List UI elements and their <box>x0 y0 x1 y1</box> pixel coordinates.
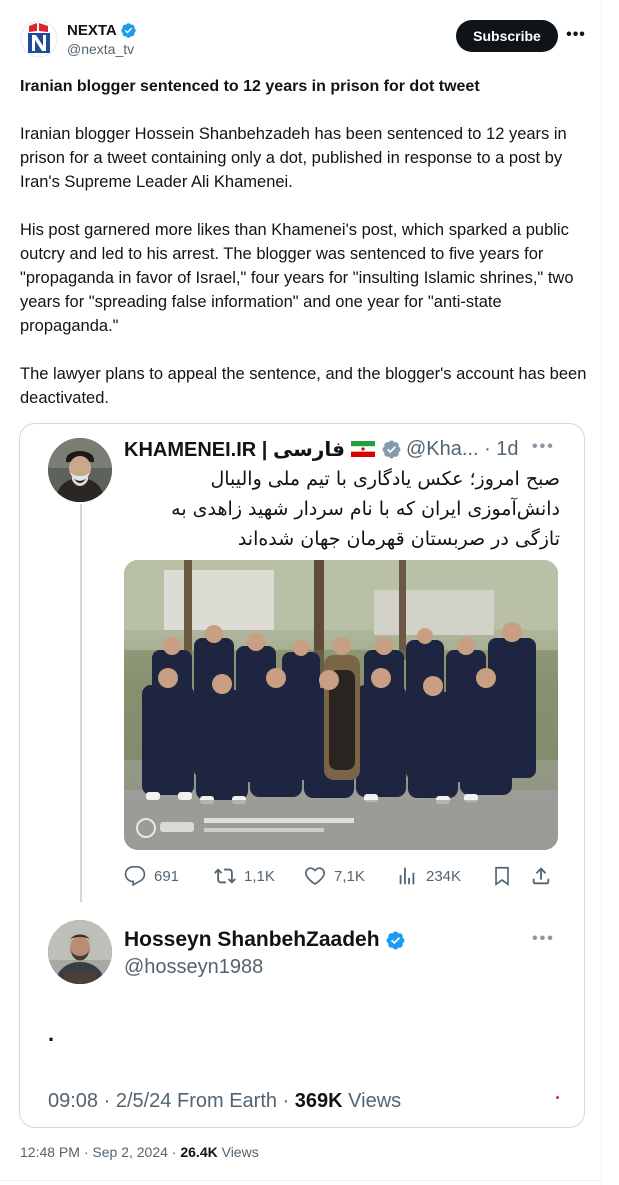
bookmark-action[interactable] <box>491 862 513 890</box>
hosseyn-avatar <box>48 920 112 984</box>
post-date[interactable]: Sep 2, 2024 <box>92 1144 168 1160</box>
post-header: NEXTA @nexta_tv Subscribe ••• <box>20 16 592 64</box>
author-name[interactable]: NEXTA <box>67 22 117 39</box>
author-handle[interactable]: @nexta_tv <box>67 41 134 57</box>
post-meta: 12:48 PM · Sep 2, 2024 · 26.4K Views <box>20 1144 259 1160</box>
views-icon <box>399 867 415 885</box>
post-paragraph-2: His post garnered more likes than Khamen… <box>20 221 574 335</box>
hosseyn-handle: @hosseyn1988 <box>124 956 264 978</box>
right-divider <box>601 0 602 1185</box>
post-views-count: 26.4K <box>180 1144 218 1160</box>
views-count: 234K <box>426 867 462 885</box>
post-views-label: Views <box>221 1144 259 1160</box>
heart-icon <box>305 867 325 886</box>
post-paragraph-3: The lawyer plans to appeal the sentence,… <box>20 365 587 407</box>
thread-connector-line <box>80 504 82 902</box>
views-action[interactable]: 234K <box>396 862 461 890</box>
hosseyn-views-count: 369K <box>294 1090 343 1112</box>
khamenei-tweet-text: صبح امروز؛ عکس یادگاری با تیم ملی والیبا… <box>171 468 560 550</box>
red-dot-mark <box>556 1096 559 1099</box>
hosseyn-time-date: 09:08 · 2/5/24 From Earth · <box>48 1090 290 1112</box>
khamenei-action-bar: 691 1,1K 7,1K 234K <box>124 862 560 890</box>
bookmark-icon <box>495 866 509 886</box>
like-count: 7,1K <box>334 867 365 885</box>
khamenei-more-icon: ••• <box>532 438 555 455</box>
reply-action[interactable]: 691 <box>124 862 179 890</box>
post-headline: Iranian blogger sentenced to 12 years in… <box>20 78 480 95</box>
repost-count: 1,1K <box>244 867 275 885</box>
hosseyn-verified-icon <box>385 930 406 951</box>
hosseyn-header: Hosseyn ShanbehZaadeh <box>124 926 406 954</box>
hosseyn-tweet-meta: 09:08 · 2/5/24 From Earth · 369K Views <box>48 1090 401 1113</box>
bottom-divider <box>0 1180 602 1181</box>
khamenei-name: KHAMENEI.IR | فارسی <box>124 438 345 461</box>
hosseyn-views-label: Views <box>348 1090 402 1112</box>
post-paragraph-1: Iranian blogger Hossein Shanbehzadeh has… <box>20 125 567 191</box>
author-name-row: NEXTA <box>67 20 137 40</box>
reply-icon <box>124 866 146 887</box>
verified-badge-icon <box>120 22 137 39</box>
team-photo <box>124 560 558 850</box>
repost-action[interactable]: 1,1K <box>214 862 275 890</box>
hosseyn-tweet-text: . <box>48 1021 55 1046</box>
share-icon <box>532 867 550 885</box>
subscribe-button[interactable]: Subscribe <box>456 20 558 52</box>
khamenei-verified-icon <box>381 439 402 460</box>
share-action[interactable] <box>530 862 552 890</box>
iran-flag-icon <box>350 441 375 457</box>
hosseyn-more-icon: ••• <box>532 930 555 947</box>
nexta-logo[interactable] <box>20 20 58 58</box>
repost-icon <box>214 868 236 884</box>
like-action[interactable]: 7,1K <box>304 862 365 890</box>
tweet-page: NEXTA @nexta_tv Subscribe ••• Iranian bl… <box>0 0 619 1185</box>
khamenei-header: KHAMENEI.IR | فارسی @Kha... · 1d <box>124 434 519 464</box>
hosseyn-name: Hosseyn ShanbehZaadeh <box>124 928 380 951</box>
khamenei-avatar <box>48 438 112 502</box>
reply-count: 691 <box>154 867 180 885</box>
post-time[interactable]: 12:48 PM <box>20 1144 80 1160</box>
khamenei-handle: @Kha... · 1d <box>405 437 519 460</box>
more-options-icon[interactable]: ••• <box>565 24 587 46</box>
embedded-screenshot[interactable]: KHAMENEI.IR | فارسی @Kha... · 1d ••• صبح… <box>19 423 585 1128</box>
